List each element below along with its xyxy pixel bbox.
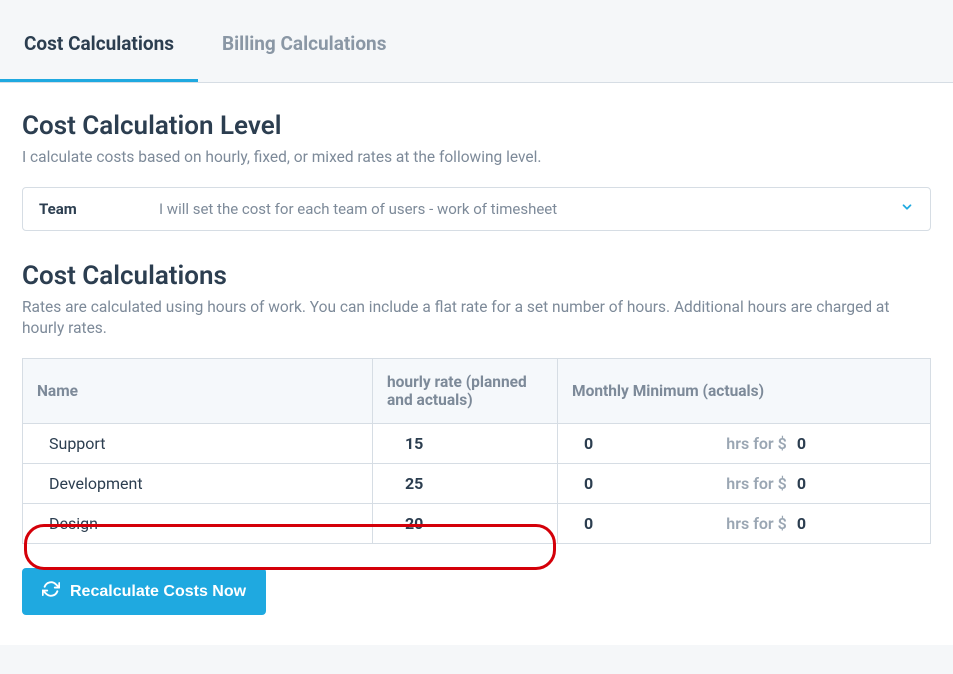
row-name: Design xyxy=(23,504,373,544)
level-desc: I calculate costs based on hourly, fixed… xyxy=(22,147,931,169)
recalculate-label: Recalculate Costs Now xyxy=(70,583,246,601)
table-row[interactable]: Development 25 0 hrs for $ 0 xyxy=(23,464,931,504)
row-min[interactable]: 0 hrs for $ 0 xyxy=(558,504,931,544)
refresh-icon xyxy=(42,580,60,603)
rates-table-wrap: Name hourly rate (planned and actuals) M… xyxy=(22,358,931,544)
row-name: Development xyxy=(23,464,373,504)
col-header-rate: hourly rate (planned and actuals) xyxy=(373,359,558,424)
table-row[interactable]: Design 20 0 hrs for $ 0 xyxy=(23,504,931,544)
tab-cost-calculations[interactable]: Cost Calculations xyxy=(0,0,198,82)
row-min[interactable]: 0 hrs for $ 0 xyxy=(558,464,931,504)
row-name: Support xyxy=(23,424,373,464)
chevron-down-icon xyxy=(900,200,914,218)
calc-title: Cost Calculations xyxy=(22,261,931,291)
level-select-desc: I will set the cost for each team of use… xyxy=(159,200,900,218)
calc-desc: Rates are calculated using hours of work… xyxy=(22,297,931,340)
row-rate[interactable]: 25 xyxy=(373,464,558,504)
tab-billing-calculations[interactable]: Billing Calculations xyxy=(198,0,410,82)
level-title: Cost Calculation Level xyxy=(22,111,931,141)
tabs-bar: Cost Calculations Billing Calculations xyxy=(0,0,953,83)
recalculate-button[interactable]: Recalculate Costs Now xyxy=(22,568,266,615)
row-rate[interactable]: 15 xyxy=(373,424,558,464)
level-select-value: Team xyxy=(39,200,159,218)
rates-table: Name hourly rate (planned and actuals) M… xyxy=(22,358,931,544)
row-min[interactable]: 0 hrs for $ 0 xyxy=(558,424,931,464)
table-row[interactable]: Support 15 0 hrs for $ 0 xyxy=(23,424,931,464)
content-panel: Cost Calculation Level I calculate costs… xyxy=(0,83,953,645)
level-select[interactable]: Team I will set the cost for each team o… xyxy=(22,187,931,231)
col-header-min: Monthly Minimum (actuals) xyxy=(558,359,931,424)
row-rate[interactable]: 20 xyxy=(373,504,558,544)
col-header-name: Name xyxy=(23,359,373,424)
